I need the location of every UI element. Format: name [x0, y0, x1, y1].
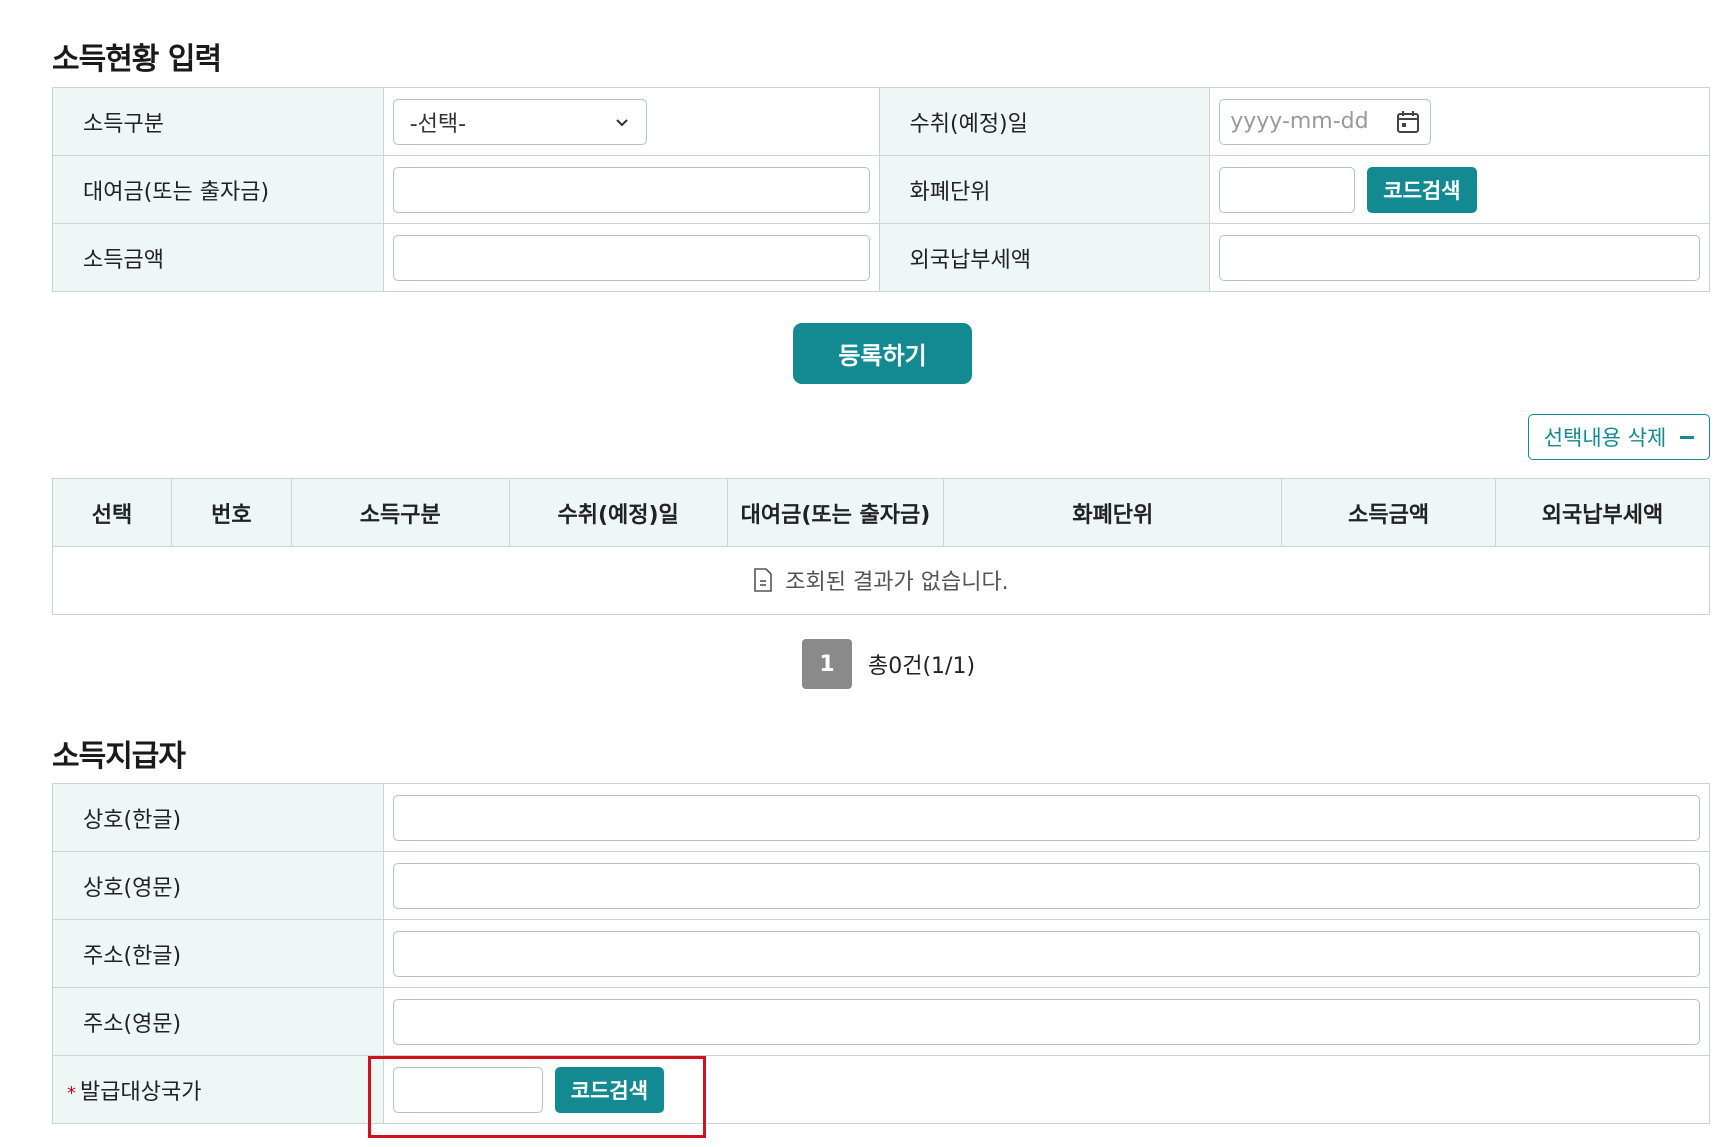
foreign-tax-input[interactable]	[1219, 234, 1700, 281]
required-mark: *	[67, 1082, 76, 1104]
name-kr-label: 상호(한글)	[52, 783, 384, 852]
delete-selected-button[interactable]: 선택내용 삭제	[1528, 414, 1710, 460]
payer-form: 상호(한글) 상호(영문) 주소(한글) 주소(영문) * 발급대상국가 코드검색	[52, 783, 1711, 1124]
foreign-tax-label: 외국납부세액	[878, 223, 1211, 292]
chevron-down-icon	[616, 118, 628, 126]
country-label: 발급대상국가	[80, 1079, 202, 1105]
col-header-foreign-tax: 외국납부세액	[1495, 478, 1710, 547]
receipt-date-placeholder: yyyy-mm-dd	[1230, 109, 1369, 134]
col-header-number: 번호	[170, 478, 292, 547]
name-en-input[interactable]	[392, 862, 1700, 909]
income-amount-input[interactable]	[392, 234, 870, 281]
currency-label: 화폐단위	[878, 155, 1211, 224]
receipt-date-input[interactable]: yyyy-mm-dd	[1219, 98, 1432, 145]
income-input-form: 소득구분 -선택- 수취(예정)일 yyyy-mm-dd 대여금(또는 출자금)	[52, 87, 1710, 292]
col-header-receipt-date: 수취(예정)일	[508, 478, 728, 547]
empty-message: 조회된 결과가 없습니다.	[785, 569, 1009, 595]
addr-en-input[interactable]	[392, 998, 1700, 1045]
income-type-label: 소득구분	[52, 87, 384, 156]
delete-selected-label: 선택내용 삭제	[1543, 426, 1667, 450]
income-amount-label: 소득금액	[52, 223, 384, 292]
payer-title: 소득지급자	[52, 739, 186, 774]
page-button-1[interactable]: 1	[802, 639, 852, 689]
country-label-cell: * 발급대상국가	[52, 1055, 384, 1124]
receipt-date-label: 수취(예정)일	[878, 87, 1211, 156]
addr-kr-input[interactable]	[392, 930, 1700, 977]
name-kr-input[interactable]	[392, 794, 1700, 841]
document-icon	[754, 567, 773, 592]
currency-code-search-button[interactable]: 코드검색	[1367, 166, 1477, 213]
col-header-currency: 화폐단위	[943, 478, 1283, 547]
addr-en-label: 주소(영문)	[52, 987, 384, 1056]
income-type-select[interactable]: -선택-	[392, 98, 647, 145]
income-type-value: -선택-	[409, 111, 467, 137]
loan-input[interactable]	[392, 166, 870, 213]
calendar-icon[interactable]	[1396, 110, 1420, 134]
loan-label: 대여금(또는 출자금)	[52, 155, 384, 224]
col-header-loan: 대여금(또는 출자금)	[726, 478, 945, 547]
pagination: 1 총0건(1/1)	[802, 639, 975, 689]
addr-kr-label: 주소(한글)	[52, 919, 384, 988]
currency-input[interactable]	[1219, 166, 1356, 213]
col-header-income-type: 소득구분	[290, 478, 510, 547]
highlight-annotation	[368, 1056, 706, 1138]
minus-icon	[1680, 435, 1695, 439]
name-en-label: 상호(영문)	[52, 851, 384, 920]
income-list-table: 선택 번호 소득구분 수취(예정)일 대여금(또는 출자금) 화폐단위 소득금액…	[52, 478, 1710, 615]
empty-row: 조회된 결과가 없습니다.	[53, 547, 1710, 615]
col-header-income-amount: 소득금액	[1281, 478, 1497, 547]
income-input-title: 소득현황 입력	[52, 42, 222, 77]
register-button[interactable]: 등록하기	[793, 323, 972, 384]
col-header-select[interactable]: 선택	[52, 478, 172, 547]
total-count: 총0건(1/1)	[868, 654, 976, 679]
